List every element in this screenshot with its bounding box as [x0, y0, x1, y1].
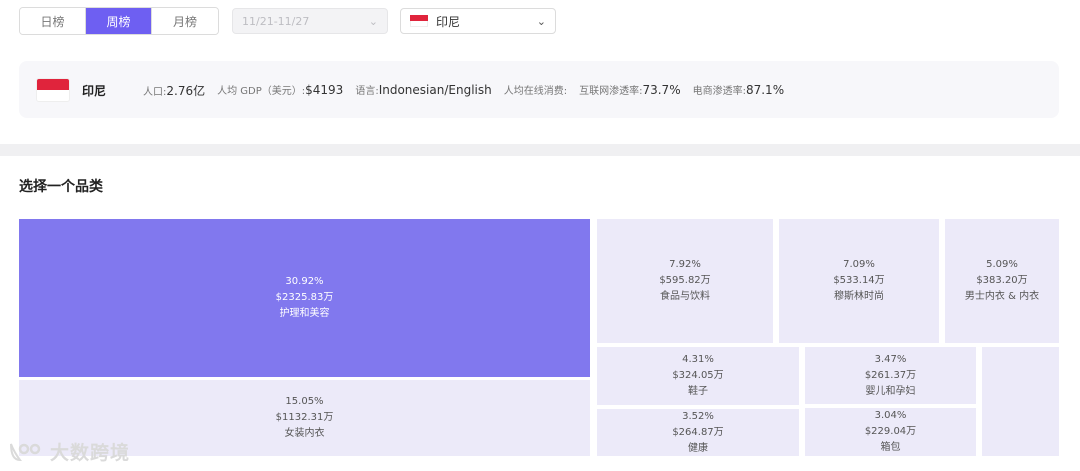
- country-name: 印尼: [82, 84, 107, 98]
- category-name: 婴儿和孕妇: [865, 385, 916, 397]
- category-tile[interactable]: 3.47% $261.37万 婴儿和孕妇: [805, 347, 976, 404]
- language-value: Indonesian/English: [378, 83, 492, 97]
- category-amount: $229.04万: [864, 426, 917, 437]
- category-share: 30.92%: [285, 276, 324, 287]
- category-tile[interactable]: 3.04% $229.04万 箱包: [805, 408, 976, 456]
- indonesia-flag-icon: [410, 15, 428, 27]
- category-name: 食品与饮料: [660, 291, 710, 302]
- chevron-down-icon: ⌄: [368, 14, 378, 28]
- category-name: 护理和美容: [279, 308, 330, 319]
- country-select-label: 印尼: [436, 14, 461, 29]
- internet-value: 73.7%: [642, 83, 681, 97]
- section-title: 选择一个品类: [19, 179, 103, 195]
- population-stat: 人口: 2.76亿: [143, 82, 205, 99]
- category-tile[interactable]: 4.31% $324.05万 鞋子: [597, 347, 799, 405]
- tab-monthly[interactable]: 月榜: [152, 8, 218, 34]
- online-spend-stat: 人均在线消费:: [504, 82, 567, 99]
- category-tile[interactable]: 30.92% $2325.83万 护理和美容: [19, 219, 590, 377]
- category-name: 女装内衣: [284, 428, 325, 439]
- category-amount: $533.14万: [833, 275, 885, 286]
- category-tile[interactable]: 7.09% $533.14万 穆斯林时尚: [779, 219, 939, 343]
- category-name: 鞋子: [688, 386, 708, 397]
- category-amount: $383.20万: [976, 275, 1028, 286]
- country-info-card: 印尼 人口: 2.76亿 人均 GDP（美元）: $4193 语言: Indon…: [19, 61, 1059, 118]
- gdp-value: $4193: [305, 83, 344, 97]
- online-spend-label: 人均在线消费:: [503, 86, 568, 97]
- date-range-select[interactable]: 11/21-11/27 ⌄: [232, 8, 388, 34]
- category-tile[interactable]: 5.09% $383.20万 男士内衣 & 内衣: [945, 219, 1059, 343]
- category-name: 穆斯林时尚: [834, 291, 884, 302]
- country-stats: 人口: 2.76亿 人均 GDP（美元）: $4193 语言: Indonesi…: [143, 82, 796, 99]
- category-amount: $2325.83万: [275, 292, 334, 303]
- category-share: 3.47%: [874, 353, 907, 365]
- category-amount: $1132.31万: [275, 412, 334, 423]
- country-select[interactable]: 印尼 ⌄: [400, 8, 556, 34]
- category-tile[interactable]: 7.92% $595.82万 食品与饮料: [597, 219, 773, 343]
- gdp-label: 人均 GDP（美元）:: [217, 86, 306, 97]
- category-share: 7.09%: [843, 259, 875, 270]
- internet-label: 互联网渗透率:: [579, 86, 643, 97]
- category-amount: $595.82万: [659, 275, 711, 286]
- category-share: 4.31%: [682, 354, 714, 365]
- category-name: 箱包: [880, 442, 901, 453]
- category-share: 3.52%: [682, 410, 714, 422]
- category-share: 5.09%: [986, 259, 1018, 270]
- internet-stat: 互联网渗透率: 73.7%: [579, 82, 681, 99]
- tab-weekly[interactable]: 周榜: [86, 8, 152, 34]
- category-name: 健康: [688, 442, 708, 454]
- date-range-value: 11/21-11/27: [242, 14, 310, 28]
- category-amount: $324.05万: [672, 370, 724, 381]
- section-divider: [0, 144, 1080, 156]
- language-stat: 语言: Indonesian/English: [355, 82, 491, 99]
- ecommerce-value: 87.1%: [745, 83, 785, 97]
- category-share: 3.04%: [874, 410, 907, 421]
- ecommerce-stat: 电商渗透率: 87.1%: [693, 82, 785, 99]
- ecommerce-label: 电商渗透率:: [692, 86, 746, 97]
- category-share: 7.92%: [669, 259, 701, 270]
- population-label: 人口:: [143, 87, 167, 98]
- watermark-text: 大数跨境: [50, 442, 131, 464]
- category-tile[interactable]: 3.52% $264.87万 健康: [597, 409, 799, 456]
- indonesia-flag-icon: [37, 79, 69, 101]
- category-amount: $264.87万: [672, 426, 724, 438]
- gdp-stat: 人均 GDP（美元）: $4193: [217, 82, 343, 99]
- category-tile[interactable]: [982, 347, 1059, 456]
- watermark: 大数跨境: [8, 438, 130, 465]
- period-tabs: 日榜 周榜 月榜: [19, 7, 219, 35]
- category-share: 15.05%: [285, 396, 324, 407]
- chevron-down-icon: ⌄: [536, 14, 546, 28]
- population-value: 2.76亿: [166, 84, 206, 98]
- language-label: 语言:: [355, 86, 379, 97]
- brand-logo-icon: [10, 443, 41, 461]
- tab-daily[interactable]: 日榜: [20, 8, 86, 34]
- category-amount: $261.37万: [864, 369, 917, 381]
- category-name: 男士内衣 & 内衣: [964, 291, 1040, 302]
